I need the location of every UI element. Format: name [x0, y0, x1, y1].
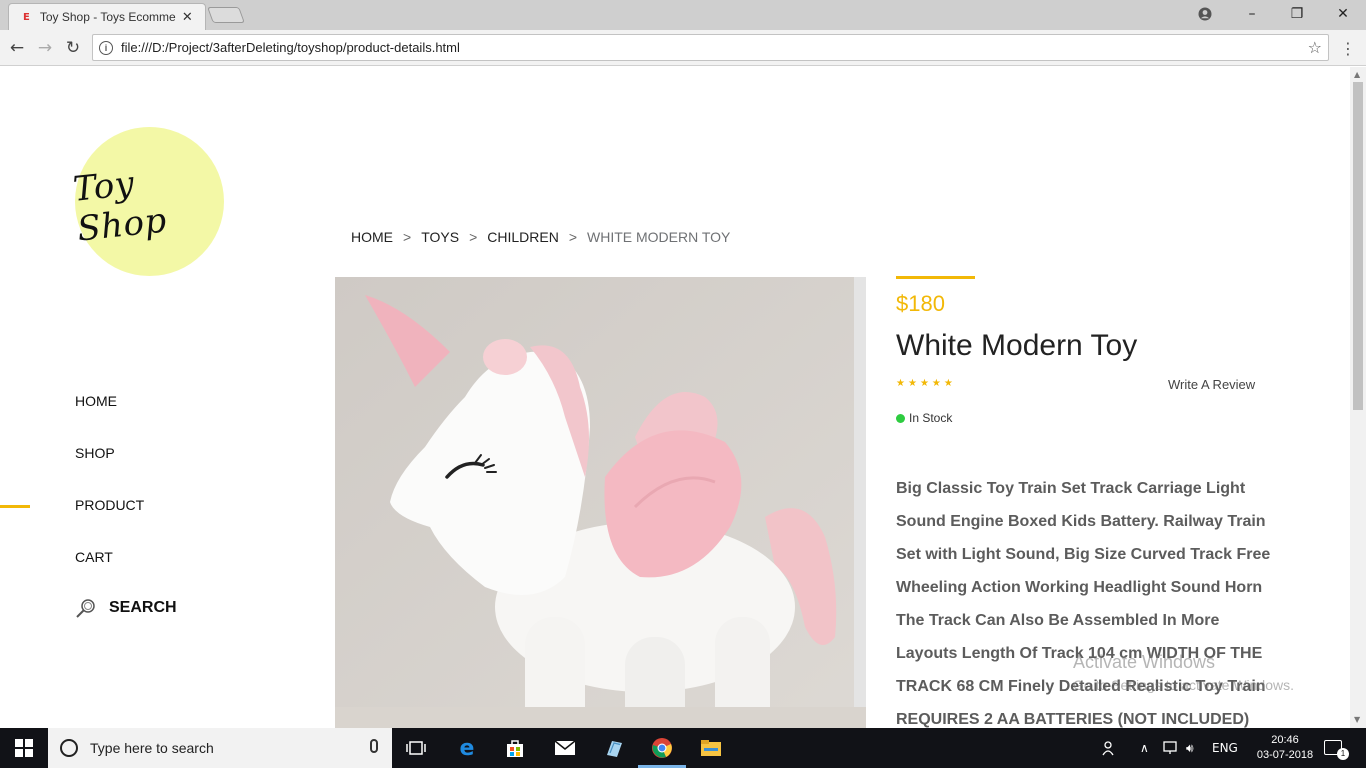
price-accent-bar [896, 276, 975, 279]
product-price: $180 [896, 291, 945, 316]
description-line: Wheeling Action Working Headlight Sound … [896, 579, 1263, 596]
logo-text: Toy Shop [71, 163, 169, 250]
nav-home[interactable]: HOME [75, 393, 117, 409]
page-info-icon[interactable]: i [99, 40, 113, 55]
chrome-icon[interactable] [650, 736, 674, 760]
new-tab-button[interactable] [207, 7, 245, 23]
mail-icon[interactable] [553, 736, 577, 760]
activate-windows-subtext: Go to Settings to activate Windows. [1073, 677, 1294, 693]
taskbar-search-box[interactable]: Type here to search [48, 728, 392, 768]
clock-date: 03-07-2018 [1256, 749, 1314, 761]
restore-button[interactable]: ❐ [1274, 0, 1320, 28]
breadcrumb-toys[interactable]: TOYS [421, 229, 459, 245]
stock-status: In Stock [896, 411, 952, 425]
breadcrumb-separator: > [469, 229, 478, 245]
system-clock[interactable]: 20:46 03-07-2018 [1250, 733, 1320, 763]
breadcrumb: HOME > TOYS > CHILDREN > WHITE MODERN TOY [351, 229, 730, 245]
product-image[interactable] [335, 277, 866, 728]
site-favicon-icon: E [23, 11, 30, 23]
page-viewport: Toy Shop HOME SHOP PRODUCT CART SEARCH H… [0, 67, 1350, 728]
app-icon[interactable] [602, 736, 626, 760]
breadcrumb-separator: > [403, 229, 412, 245]
search-icon [75, 597, 97, 619]
url-text[interactable]: file:///D:/Project/3afterDeleting/toysho… [121, 40, 460, 55]
back-button[interactable]: ← [6, 37, 28, 59]
clock-time: 20:46 [1271, 734, 1299, 746]
breadcrumb-home[interactable]: HOME [351, 229, 393, 245]
forward-button[interactable]: → [34, 37, 56, 59]
store-icon[interactable] [503, 736, 527, 760]
description-line: REQUIRES 2 AA BATTERIES (NOT INCLUDED) [896, 711, 1250, 728]
star-icon: ★ [931, 378, 941, 389]
search-label: SEARCH [109, 599, 177, 616]
description-line: Sound Engine Boxed Kids Battery. Railway… [896, 513, 1266, 530]
notification-center-icon[interactable] [1324, 740, 1349, 760]
file-explorer-icon[interactable] [699, 736, 723, 760]
site-logo[interactable]: Toy Shop [71, 127, 224, 276]
nav-product[interactable]: PRODUCT [75, 497, 144, 513]
windows-taskbar: Type here to search e ∧ 🔊︎ ENG 20:46 03-… [0, 728, 1366, 768]
description-line: The Track Can Also Be Assembled In More [896, 612, 1220, 629]
stock-dot-icon [896, 413, 905, 423]
star-icon: ★ [919, 378, 929, 389]
write-review-link[interactable]: Write A Review [1168, 377, 1255, 392]
tab-close-icon[interactable]: ✕ [182, 9, 193, 25]
star-icon: ★ [943, 378, 953, 389]
tab-title: Toy Shop - Toys Ecommerce [39, 10, 176, 24]
network-icon[interactable] [1163, 728, 1179, 768]
product-title: White Modern Toy [896, 329, 1138, 362]
nav-active-indicator [0, 505, 30, 508]
nav-shop[interactable]: SHOP [75, 445, 115, 461]
task-view-icon[interactable] [404, 736, 428, 760]
minimize-button[interactable]: – [1229, 0, 1275, 28]
microphone-icon[interactable] [370, 739, 378, 753]
window-close-button[interactable]: ✕ [1320, 0, 1366, 28]
bookmark-star-icon[interactable]: ☆ [1308, 38, 1322, 57]
scrollbar-thumb[interactable] [1353, 82, 1363, 410]
breadcrumb-separator: > [568, 229, 578, 245]
nav-cart[interactable]: CART [75, 549, 113, 565]
reload-button[interactable]: ↻ [62, 37, 84, 59]
breadcrumb-children[interactable]: CHILDREN [487, 229, 559, 245]
scroll-down-icon[interactable]: ▼ [1354, 715, 1360, 724]
address-bar[interactable]: i file:///D:/Project/3afterDeleting/toys… [92, 34, 1329, 61]
language-indicator[interactable]: ENG [1212, 728, 1238, 768]
page-scrollbar[interactable]: ▲ ▼ [1350, 67, 1366, 728]
star-icon: ★ [907, 378, 917, 389]
people-icon[interactable] [1102, 728, 1118, 768]
windows-logo-icon [15, 739, 33, 757]
edge-browser-icon[interactable]: e [455, 736, 479, 761]
tray-chevron-up-icon[interactable]: ∧ [1140, 728, 1149, 768]
unicorn-plush-illustration [335, 277, 866, 728]
search-link[interactable]: SEARCH [75, 597, 177, 619]
scroll-up-icon[interactable]: ▲ [1354, 70, 1360, 79]
browser-tab[interactable]: E Toy Shop - Toys Ecommerce ✕ [8, 3, 206, 30]
start-button[interactable] [0, 728, 48, 768]
browser-menu-icon[interactable]: ⋮ [1340, 39, 1356, 58]
stock-label: In Stock [909, 411, 953, 425]
browser-toolbar: ← → ↻ i file:///D:/Project/3afterDeletin… [0, 30, 1366, 66]
rating-stars: ★ ★ ★ ★ ★ [896, 378, 953, 389]
volume-icon[interactable]: 🔊︎ [1186, 728, 1194, 768]
description-line: Big Classic Toy Train Set Track Carriage… [896, 480, 1246, 497]
browser-tab-strip: E Toy Shop - Toys Ecommerce ✕ – ❐ ✕ [0, 0, 1366, 30]
activate-windows-watermark: Activate Windows [1073, 652, 1216, 672]
taskbar-search-placeholder: Type here to search [90, 740, 214, 756]
cortana-icon [60, 739, 78, 757]
breadcrumb-current: WHITE MODERN TOY [587, 229, 731, 245]
star-icon: ★ [896, 378, 905, 389]
description-line: Set with Light Sound, Big Size Curved Tr… [896, 546, 1271, 563]
profile-icon[interactable] [1182, 0, 1228, 28]
